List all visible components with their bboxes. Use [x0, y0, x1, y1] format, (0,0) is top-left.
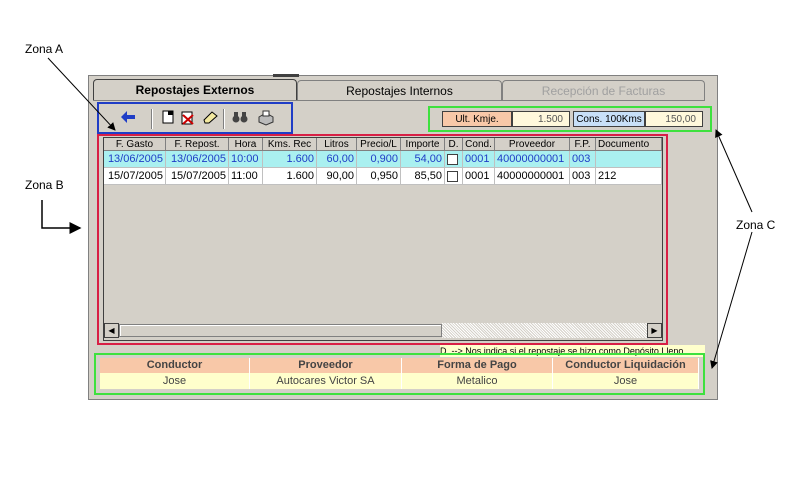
zona-c-arrow-bottom: [710, 231, 753, 369]
annotation-arrows: [41, 57, 753, 369]
zona-b-arrow: [41, 200, 82, 234]
zona-c-arrow-top: [715, 129, 753, 213]
zona-a-arrow: [47, 57, 116, 131]
